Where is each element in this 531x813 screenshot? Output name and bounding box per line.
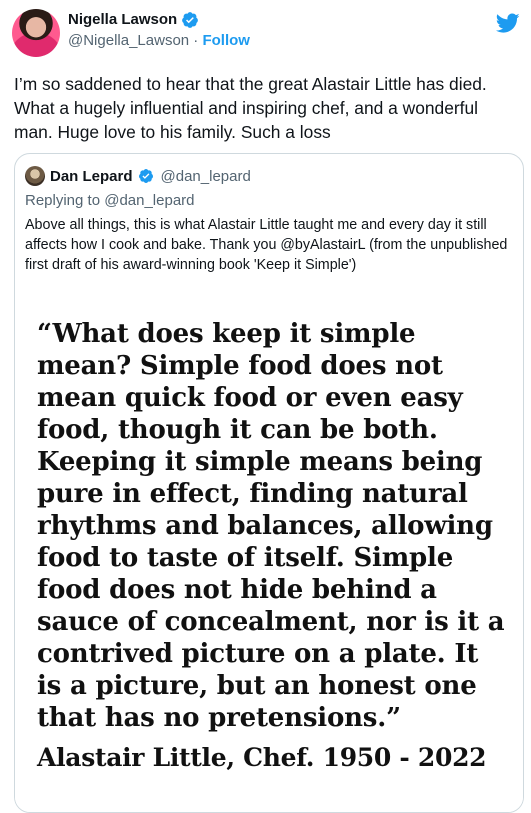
- avatar[interactable]: [12, 9, 60, 57]
- tweet-text: I’m so saddened to hear that the great A…: [14, 74, 487, 142]
- follow-button[interactable]: Follow: [202, 32, 250, 49]
- image-attribution: Alastair Little, Chef. 1950 - 2022: [37, 743, 487, 772]
- author-name[interactable]: Nigella Lawson: [68, 10, 177, 30]
- twitter-bird-icon[interactable]: [496, 11, 520, 35]
- image-quote-text: “What does keep it simple mean? Simple f…: [37, 319, 505, 733]
- author-handle[interactable]: @Nigella_Lawson: [68, 32, 189, 49]
- verified-badge-icon: [182, 12, 199, 28]
- replying-to[interactable]: Replying to @dan_lepard: [25, 192, 195, 209]
- name-row: Nigella Lawson: [68, 10, 491, 30]
- separator: ·: [189, 32, 203, 49]
- quote-image[interactable]: “What does keep it simple mean? Simple f…: [15, 304, 523, 812]
- quoted-tweet-header: Dan Lepard @dan_lepard: [25, 166, 251, 186]
- tweet-header: Nigella Lawson @Nigella_Lawson · Follow: [68, 10, 491, 51]
- quoted-tweet-text: Above all things, this is what Alastair …: [25, 217, 508, 273]
- quoted-avatar[interactable]: [25, 166, 45, 186]
- handle-row: @Nigella_Lawson · Follow: [68, 31, 491, 51]
- quoted-author-name[interactable]: Dan Lepard: [50, 168, 133, 185]
- quoted-tweet-card[interactable]: Dan Lepard @dan_lepard Replying to @dan_…: [14, 153, 524, 813]
- verified-badge-icon: [138, 169, 153, 183]
- quoted-author-handle[interactable]: @dan_lepard: [161, 168, 251, 185]
